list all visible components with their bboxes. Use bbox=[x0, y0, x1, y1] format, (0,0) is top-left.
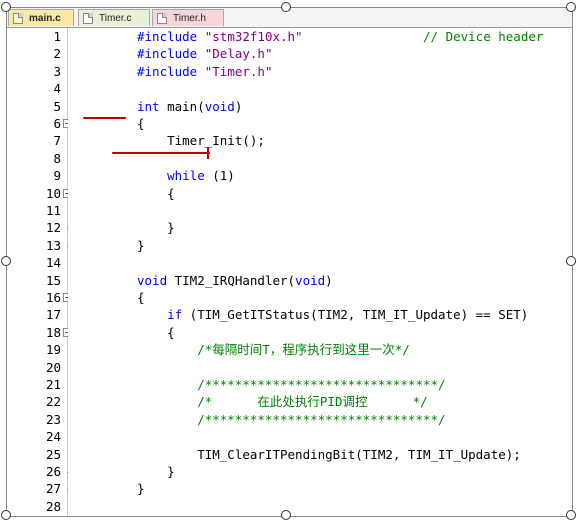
line-number: 6 bbox=[53, 116, 61, 131]
tab-label: Timer.c bbox=[99, 13, 132, 24]
code-line-2: #include "Delay.h" bbox=[137, 46, 273, 62]
line-number: 9 bbox=[53, 168, 61, 184]
code-line-7: Timer_Init(); bbox=[137, 133, 265, 149]
line-number: 13 bbox=[45, 237, 61, 253]
line-number: 22 bbox=[45, 394, 61, 410]
file-icon bbox=[13, 13, 23, 24]
code-line-23: /*******************************/ bbox=[137, 411, 446, 427]
tab-label: main.c bbox=[29, 13, 61, 24]
file-icon bbox=[83, 13, 93, 24]
code-line-3: #include "Timer.h" bbox=[137, 63, 273, 79]
resize-handle-middle-left[interactable] bbox=[1, 256, 11, 266]
code-line-16: { bbox=[137, 290, 145, 305]
code-line-1: #include "stm32f10x.h" // Device header bbox=[137, 29, 544, 44]
code-line-9: while (1) bbox=[137, 168, 235, 184]
line-number: 20 bbox=[45, 359, 61, 375]
code-line-26: } bbox=[137, 464, 175, 479]
code-line-25: TIM_ClearITPendingBit(TIM2, TIM_IT_Updat… bbox=[137, 446, 521, 462]
code-line-13: } bbox=[137, 237, 145, 253]
code-line-6: { bbox=[137, 116, 145, 131]
code-line-15: void TIM2_IRQHandler(void) bbox=[137, 272, 333, 288]
line-number: 4 bbox=[53, 81, 61, 97]
line-number: 16 bbox=[45, 290, 61, 305]
line-number: 3 bbox=[53, 63, 61, 79]
tab-timer-h[interactable]: Timer.h bbox=[152, 9, 224, 26]
line-number: 18 bbox=[45, 324, 61, 340]
code-area[interactable]: #include "stm32f10x.h" // Device header … bbox=[68, 28, 572, 516]
line-number: 27 bbox=[45, 481, 61, 497]
annotation-underline-main bbox=[83, 117, 126, 119]
line-number: 21 bbox=[45, 377, 61, 392]
line-number: 17 bbox=[45, 307, 61, 323]
line-number-gutter: 1 2 3 4 5 6 7 8 9 10 11 12 13 14 15 16 17 18 19 20 21 22 23 24 2… bbox=[7, 28, 72, 516]
line-number: 14 bbox=[45, 255, 61, 271]
tab-timer-c[interactable]: Timer.c bbox=[78, 9, 150, 26]
line-number: 15 bbox=[45, 272, 61, 288]
annotation-underline-timer-init bbox=[112, 152, 210, 154]
line-number: 12 bbox=[45, 220, 61, 236]
annotation-tick-mark bbox=[207, 147, 209, 159]
file-tab-bar: main.c Timer.c Timer.h bbox=[7, 8, 572, 28]
code-line-10: { bbox=[137, 185, 175, 201]
code-line-27: } bbox=[137, 481, 145, 497]
line-number: 10 bbox=[45, 185, 61, 201]
line-number: 8 bbox=[53, 150, 61, 166]
resize-handle-top-right[interactable] bbox=[566, 2, 576, 12]
tab-label: Timer.h bbox=[173, 13, 206, 24]
resize-handle-bottom-left[interactable] bbox=[1, 510, 11, 520]
resize-handle-top-left[interactable] bbox=[1, 2, 11, 12]
code-line-22: /* 在此处执行PID调控 */ bbox=[137, 394, 428, 410]
line-number: 25 bbox=[45, 446, 61, 462]
line-number: 11 bbox=[45, 203, 61, 218]
line-number: 19 bbox=[45, 342, 61, 358]
resize-handle-top-center[interactable] bbox=[281, 2, 291, 12]
editor-window: main.c Timer.c Timer.h 1 2 3 4 5 6 7 8 9 10 11 12 13… bbox=[6, 7, 573, 517]
line-number: 23 bbox=[45, 411, 61, 427]
line-number: 24 bbox=[45, 429, 61, 445]
code-line-5: int main(void) bbox=[137, 98, 243, 114]
resize-handle-bottom-right[interactable] bbox=[566, 510, 576, 520]
line-number: 28 bbox=[45, 498, 61, 514]
code-line-17: if (TIM_GetITStatus(TIM2, TIM_IT_Update)… bbox=[137, 307, 529, 323]
resize-handle-middle-right[interactable] bbox=[566, 256, 576, 266]
code-line-18: { bbox=[137, 324, 175, 340]
line-number: 7 bbox=[53, 133, 61, 149]
code-line-12: } bbox=[137, 220, 175, 236]
file-icon bbox=[157, 13, 167, 24]
line-number: 2 bbox=[53, 46, 61, 62]
code-line-21: /*******************************/ bbox=[137, 377, 446, 392]
line-number: 1 bbox=[53, 29, 61, 44]
line-number: 5 bbox=[53, 98, 61, 114]
resize-handle-bottom-center[interactable] bbox=[281, 510, 291, 520]
code-line-19: /*每隔时间T，程序执行到这里一次*/ bbox=[137, 342, 410, 358]
tab-main-c[interactable]: main.c bbox=[8, 9, 74, 26]
line-number: 26 bbox=[45, 464, 61, 479]
